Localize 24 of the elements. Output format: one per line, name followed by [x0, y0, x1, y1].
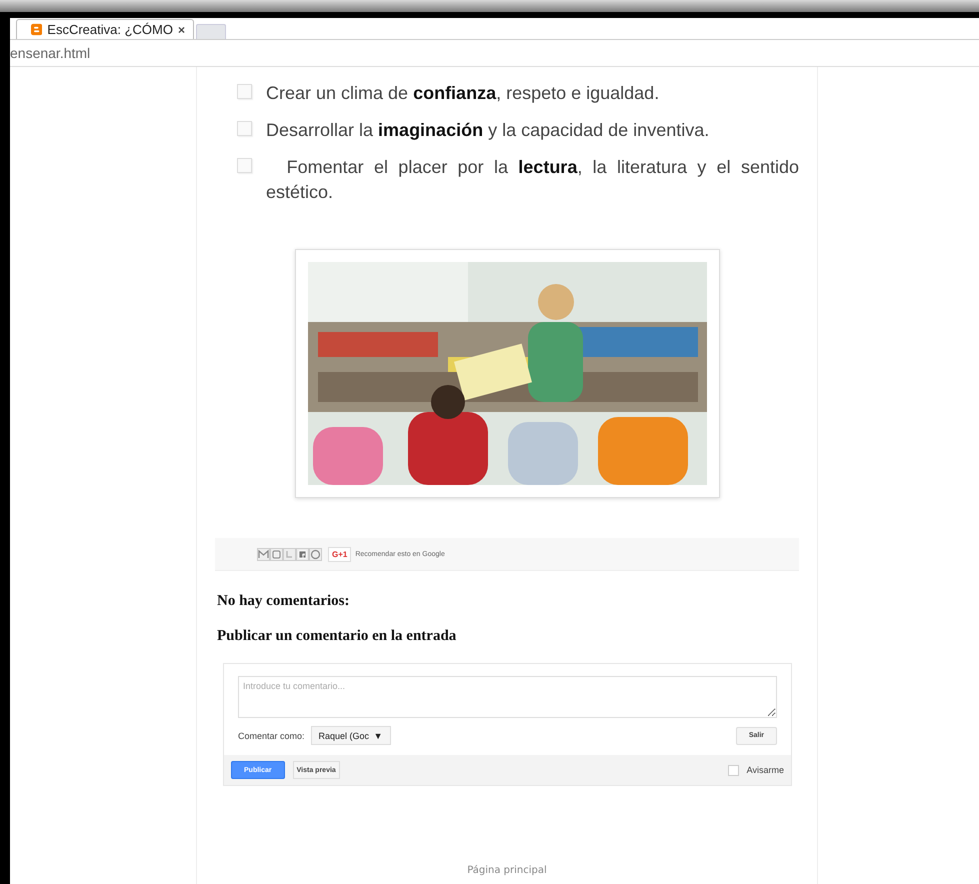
bullet-icon — [237, 121, 252, 136]
list-item-text: Desarrollar la imaginación y la capacidad de inventiva. — [266, 119, 710, 142]
comments-heading: No hay comentarios: — [217, 593, 350, 610]
list-item-text: Crear un clima de confianza, respeto e igualdad. — [266, 82, 660, 105]
home-link[interactable]: Página principal — [467, 865, 547, 876]
pin-icon[interactable] — [309, 548, 322, 560]
close-tab-button[interactable]: × — [178, 22, 185, 36]
notify-label: Avisarme — [746, 765, 784, 775]
comment-as-label: Comentar como: — [238, 730, 305, 740]
f-icon[interactable] — [296, 548, 309, 560]
blogger-logo-icon — [31, 23, 42, 36]
plus-one-button[interactable]: G+1 — [328, 546, 352, 562]
list-item-text: Fomentar el placer por la lectura, la literatura y el sentido estético. — [266, 156, 799, 204]
browser-tab[interactable]: EscCreativa: ¿CÓMO × — [16, 19, 194, 39]
blog-icon[interactable] — [270, 548, 283, 560]
bullet-icon — [237, 158, 252, 173]
address-text[interactable]: ensenar.html — [10, 45, 90, 61]
bullet-icon — [237, 84, 252, 99]
comment-field[interactable]: Introduce tu comentario... — [238, 676, 777, 718]
mail-icon[interactable] — [257, 548, 270, 560]
notify-checkbox[interactable] — [728, 764, 739, 776]
tab-title: EscCreativa: ¿CÓMO — [47, 22, 173, 37]
identity-select[interactable]: Raquel (Goc ▼ — [310, 726, 391, 745]
post-comment-heading: Publicar un comentario en la entrada — [217, 628, 458, 645]
